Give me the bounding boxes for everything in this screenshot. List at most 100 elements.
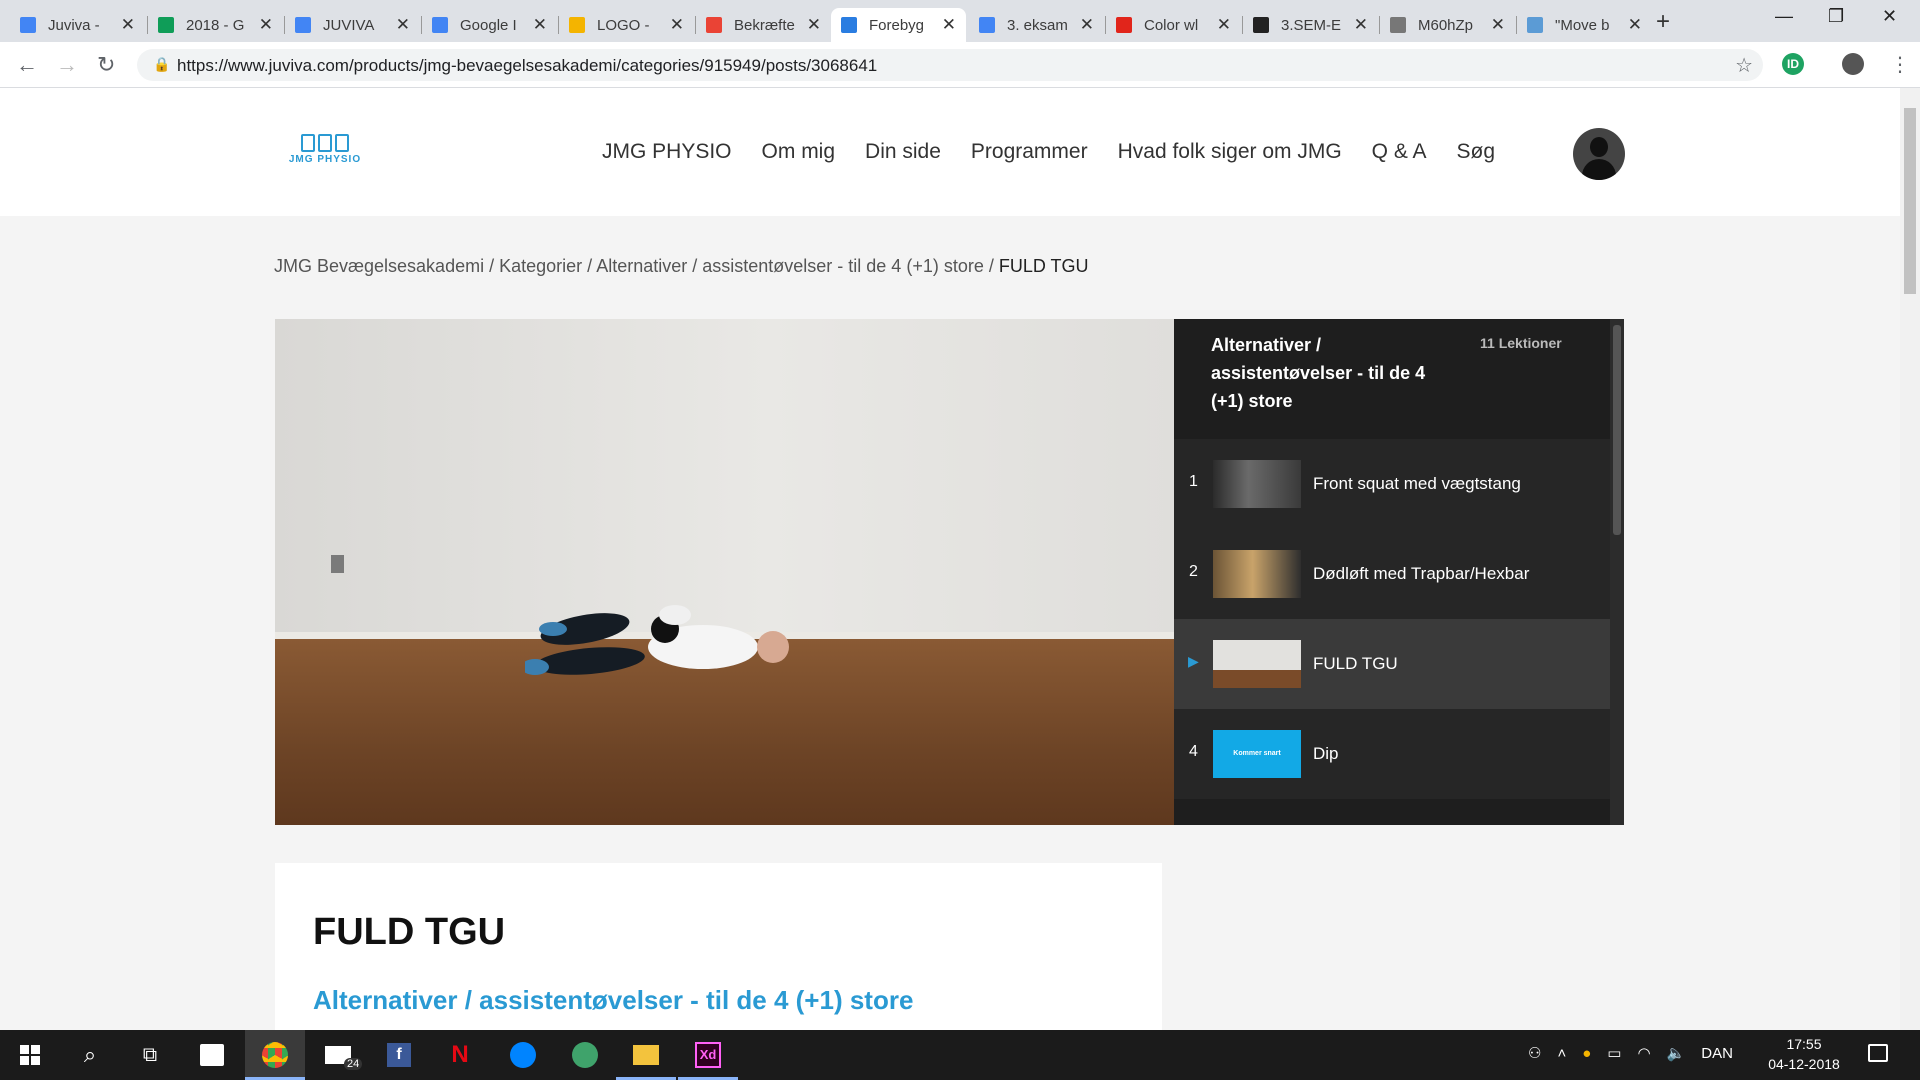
lesson-item[interactable]: 4 Kommer snart Dip (1174, 709, 1610, 799)
user-avatar[interactable] (1573, 128, 1625, 180)
extension-icon[interactable]: ID (1782, 53, 1804, 75)
start-button[interactable] (0, 1030, 60, 1080)
app-green-icon[interactable] (555, 1030, 615, 1080)
close-tab-icon[interactable]: ✕ (396, 15, 410, 35)
sheets-icon (158, 17, 174, 33)
tab-eksamen-doc[interactable]: 3. eksam ✕ (969, 8, 1104, 42)
lesson-label: FULD TGU (1313, 654, 1398, 673)
chrome-taskbar-icon[interactable] (245, 1030, 305, 1080)
breadcrumb: JMG Bevægelsesakademi / Kategorier / Alt… (274, 256, 1089, 276)
address-bar[interactable]: 🔒 https://www.juviva.com/products/jmg-be… (137, 49, 1763, 81)
tab-google-calendar[interactable]: Google I ✕ (422, 8, 557, 42)
close-tab-icon[interactable]: ✕ (942, 15, 956, 35)
nav-om-mig[interactable]: Om mig (762, 140, 836, 164)
breadcrumb-item-academy[interactable]: JMG Bevægelsesakademi (274, 256, 484, 276)
file-explorer-icon[interactable] (616, 1030, 676, 1080)
profile-icon[interactable] (1842, 53, 1864, 75)
bookmark-star-icon[interactable]: ☆ (1735, 53, 1753, 78)
breadcrumb-item-assistent[interactable]: assistentøvelser - til de 4 (+1) store (702, 256, 984, 276)
lesson-thumbnail (1213, 460, 1301, 508)
lesson-item[interactable]: 1 Front squat med vægtstang (1174, 439, 1610, 529)
close-tab-icon[interactable]: ✕ (670, 15, 684, 35)
page-scroll-thumb[interactable] (1904, 108, 1916, 294)
nav-hvad-folk-siger[interactable]: Hvad folk siger om JMG (1118, 140, 1342, 164)
tab-3sem[interactable]: 3.SEM-E ✕ (1243, 8, 1378, 42)
close-tab-icon[interactable]: ✕ (1080, 15, 1094, 35)
close-tab-icon[interactable]: ✕ (121, 15, 135, 35)
close-tab-icon[interactable]: ✕ (259, 15, 273, 35)
clock-date: 04-12-2018 (1768, 1056, 1840, 1072)
breadcrumb-item-alternativer[interactable]: Alternativer (596, 256, 687, 276)
language-indicator[interactable]: DAN (1701, 1045, 1733, 1062)
nav-jmg-physio[interactable]: JMG PHYSIO (602, 140, 732, 164)
facebook-icon[interactable]: f (369, 1030, 429, 1080)
messenger-icon[interactable] (493, 1030, 553, 1080)
back-icon[interactable]: ← (16, 52, 38, 78)
search-icon[interactable]: ⌕ (60, 1030, 120, 1080)
close-tab-icon[interactable]: ✕ (1491, 15, 1505, 35)
tab-m60hzp[interactable]: M60hZp ✕ (1380, 8, 1515, 42)
nav-sog[interactable]: Søg (1457, 140, 1496, 164)
tab-juviva-doc[interactable]: Juviva - ✕ (10, 8, 145, 42)
nav-programmer[interactable]: Programmer (971, 140, 1088, 164)
restore-icon[interactable]: ❐ (1828, 6, 1844, 27)
avatar-head-icon (1590, 137, 1608, 157)
tab-logo-drive[interactable]: LOGO - ✕ (559, 8, 694, 42)
close-tab-icon[interactable]: ✕ (1354, 15, 1368, 35)
close-window-icon[interactable]: ✕ (1882, 6, 1897, 27)
clock[interactable]: 17:55 04-12-2018 (1764, 1034, 1844, 1074)
notification-center-icon[interactable] (1868, 1044, 1888, 1062)
playlist-scrollbar[interactable] (1610, 319, 1624, 825)
main-nav: JMG PHYSIO Om mig Din side Programmer Hv… (602, 140, 1495, 164)
task-view-icon[interactable]: ⧉ (120, 1030, 180, 1080)
minimize-icon[interactable]: — (1775, 6, 1793, 27)
adobe-xd-icon[interactable]: Xd (678, 1030, 738, 1080)
close-tab-icon[interactable]: ✕ (1217, 15, 1231, 35)
tab-gmail[interactable]: Bekræfte ✕ (696, 8, 831, 42)
page-scrollbar[interactable] (1900, 88, 1920, 1030)
wifi-icon[interactable]: ◠ (1637, 1044, 1650, 1062)
close-tab-icon[interactable]: ✕ (1628, 15, 1642, 35)
juviva-icon (841, 17, 857, 33)
tab-juviva-doc-2[interactable]: JUVIVA ✕ (285, 8, 420, 42)
tab-move-doc[interactable]: "Move b ✕ (1517, 8, 1652, 42)
close-tab-icon[interactable]: ✕ (533, 15, 547, 35)
site-logo[interactable]: JMG PHYSIO (276, 134, 374, 170)
battery-icon[interactable]: ▭ (1607, 1044, 1621, 1062)
browser-tab-strip: Juviva - ✕ 2018 - G ✕ JUVIVA ✕ Google I ✕ LO… (0, 0, 1920, 42)
nav-din-side[interactable]: Din side (865, 140, 941, 164)
forward-icon[interactable]: → (56, 52, 78, 78)
netflix-icon[interactable]: N (430, 1030, 490, 1080)
docs-icon (295, 17, 311, 33)
mail-icon[interactable]: 24 (308, 1030, 368, 1080)
wall-outlet (331, 555, 344, 573)
breadcrumb-item-kategorier[interactable]: Kategorier (499, 256, 582, 276)
lesson-item-active[interactable]: ▶ FULD TGU (1174, 619, 1610, 709)
post-content-card: FULD TGU Alternativer / assistentøvelser… (275, 863, 1162, 1030)
reload-icon[interactable]: ↻ (97, 52, 115, 78)
nav-q-and-a[interactable]: Q & A (1372, 140, 1427, 164)
windows-taskbar: ⌕ ⧉ 24 f N Xd ⚇ ˄ ● ▭ ◠ 🔈 DAN 17:55 04-1… (0, 1030, 1920, 1080)
dropbox-icon[interactable]: ● (1582, 1045, 1591, 1062)
playlist-scroll-thumb[interactable] (1613, 325, 1621, 535)
post-category-link[interactable]: Alternativer / assistentøvelser - til de… (313, 985, 913, 1016)
tab-2018-sheet[interactable]: 2018 - G ✕ (148, 8, 283, 42)
video-player[interactable] (275, 319, 1174, 825)
windows-icon (20, 1045, 40, 1065)
mail-badge: 24 (344, 1058, 363, 1070)
store-icon[interactable] (182, 1030, 242, 1080)
people-icon[interactable]: ⚇ (1528, 1044, 1541, 1062)
avatar-body-icon (1582, 159, 1616, 180)
logo-figures-icon (276, 134, 374, 152)
chevron-up-icon[interactable]: ˄ (1557, 1045, 1566, 1062)
new-tab-button[interactable]: + (1656, 8, 1670, 36)
lesson-item[interactable]: 2 Dødløft med Trapbar/Hexbar (1174, 529, 1610, 619)
tab-adobe-color[interactable]: Color wl ✕ (1106, 8, 1241, 42)
volume-icon[interactable]: 🔈 (1667, 1044, 1686, 1062)
url-text[interactable]: https://www.juviva.com/products/jmg-beva… (177, 56, 877, 76)
menu-icon[interactable]: ⋮ (1890, 52, 1910, 77)
close-tab-icon[interactable]: ✕ (807, 15, 821, 35)
lesson-label: Front squat med vægtstang (1313, 474, 1521, 493)
tab-forebyg-active[interactable]: Forebyg ✕ (831, 8, 966, 42)
lesson-thumbnail (1213, 550, 1301, 598)
